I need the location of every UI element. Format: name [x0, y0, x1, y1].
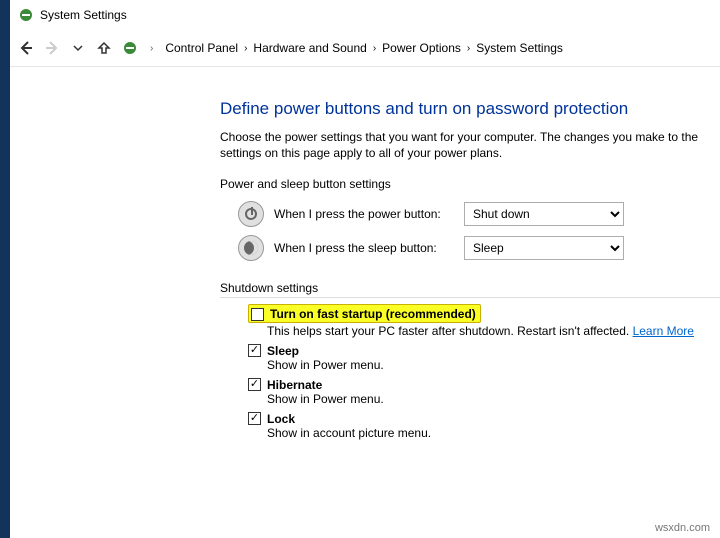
breadcrumb-item[interactable]: Hardware and Sound	[253, 41, 366, 55]
sleep-button-label: When I press the sleep button:	[274, 241, 454, 255]
chevron-right-icon: ›	[150, 43, 153, 54]
fast-startup-title: Turn on fast startup (recommended)	[270, 307, 476, 321]
power-button-label: When I press the power button:	[274, 207, 454, 221]
forward-button	[44, 40, 60, 56]
up-button[interactable]	[96, 40, 112, 56]
sleep-title: Sleep	[267, 344, 299, 358]
breadcrumb-item[interactable]: System Settings	[476, 41, 563, 55]
divider	[10, 66, 720, 67]
lock-title: Lock	[267, 412, 295, 426]
hibernate-checkbox[interactable]	[248, 378, 261, 391]
breadcrumb[interactable]: Control Panel › Hardware and Sound › Pow…	[165, 41, 563, 55]
sleep-button-select[interactable]: Sleep	[464, 236, 624, 260]
chevron-right-icon: ›	[467, 43, 470, 54]
section-shutdown-label: Shutdown settings	[220, 281, 720, 295]
option-fast-startup: Turn on fast startup (recommended) This …	[248, 304, 720, 338]
learn-more-link[interactable]: Learn More	[633, 324, 694, 338]
divider	[220, 297, 720, 298]
power-icon	[238, 201, 264, 227]
chevron-right-icon: ›	[244, 43, 247, 54]
location-icon	[122, 40, 138, 56]
sleep-icon	[238, 235, 264, 261]
page-title: Define power buttons and turn on passwor…	[220, 99, 720, 119]
content-panel: Define power buttons and turn on passwor…	[10, 85, 720, 440]
option-sleep: Sleep Show in Power menu.	[248, 344, 720, 372]
window-title: System Settings	[40, 8, 127, 22]
lock-desc: Show in account picture menu.	[267, 426, 720, 440]
hibernate-desc: Show in Power menu.	[267, 392, 720, 406]
app-icon	[18, 7, 34, 23]
recent-button[interactable]	[70, 40, 86, 56]
titlebar: System Settings	[10, 0, 720, 30]
sleep-checkbox[interactable]	[248, 344, 261, 357]
power-button-select[interactable]: Shut down	[464, 202, 624, 226]
fast-startup-desc: This helps start your PC faster after sh…	[267, 324, 720, 338]
fast-startup-checkbox[interactable]	[251, 308, 264, 321]
breadcrumb-item[interactable]: Control Panel	[165, 41, 238, 55]
lock-checkbox[interactable]	[248, 412, 261, 425]
sleep-desc: Show in Power menu.	[267, 358, 720, 372]
section-power-sleep-label: Power and sleep button settings	[220, 177, 720, 191]
power-button-row: When I press the power button: Shut down	[238, 201, 720, 227]
breadcrumb-item[interactable]: Power Options	[382, 41, 461, 55]
highlight-annotation: Turn on fast startup (recommended)	[248, 304, 481, 323]
hibernate-title: Hibernate	[267, 378, 322, 392]
option-lock: Lock Show in account picture menu.	[248, 412, 720, 440]
back-button[interactable]	[18, 40, 34, 56]
nav-bar: › Control Panel › Hardware and Sound › P…	[10, 30, 720, 66]
option-hibernate: Hibernate Show in Power menu.	[248, 378, 720, 406]
chevron-right-icon: ›	[373, 43, 376, 54]
watermark: wsxdn.com	[655, 522, 710, 534]
sleep-button-row: When I press the sleep button: Sleep	[238, 235, 720, 261]
page-description: Choose the power settings that you want …	[220, 129, 720, 161]
